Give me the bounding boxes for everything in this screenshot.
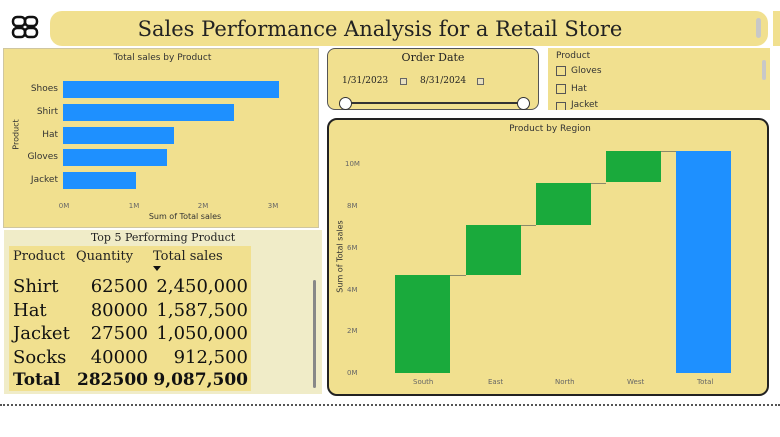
logo-icon xyxy=(11,15,39,39)
bar-chart-category-label: Jacket xyxy=(30,175,58,186)
table-header[interactable]: Total sales xyxy=(153,249,223,264)
waterfall-bar[interactable] xyxy=(536,183,591,225)
date-slider-track[interactable] xyxy=(345,102,525,104)
calendar-icon[interactable] xyxy=(477,78,484,85)
bar-chart-bar[interactable] xyxy=(63,103,234,121)
waterfall-bar[interactable] xyxy=(606,151,661,182)
region-chart-xtick: East xyxy=(488,378,504,386)
region-chart-xtick: Total xyxy=(697,378,714,386)
table-cell: Hat xyxy=(13,300,47,321)
table-cell: Jacket xyxy=(13,323,70,344)
waterfall-connector xyxy=(591,183,606,184)
region-chart-xtick: West xyxy=(627,378,645,386)
table-cell: 62500 xyxy=(90,276,148,297)
table-total-cell: Total xyxy=(13,370,61,390)
bar-chart-bar[interactable] xyxy=(63,172,136,190)
product-option-label: Hat xyxy=(571,84,587,94)
bar-chart-bar[interactable] xyxy=(63,126,174,144)
product-option-label: Jacket xyxy=(571,100,599,110)
region-chart-title: Product by Region xyxy=(509,124,591,134)
bar-chart-category-label: Hat xyxy=(42,129,58,140)
bar-chart-bar[interactable] xyxy=(63,81,279,98)
product-slicer-scrollbar[interactable] xyxy=(762,60,766,80)
logo xyxy=(6,11,44,44)
region-chart-xtick: South xyxy=(413,378,434,386)
table-cell: Socks xyxy=(13,347,67,368)
start-date-input[interactable]: 1/31/2023 xyxy=(342,76,388,86)
table-cell: 40000 xyxy=(90,347,148,368)
bar-chart-tick: 0M xyxy=(58,202,70,210)
calendar-icon[interactable] xyxy=(400,78,407,85)
sort-desc-icon[interactable] xyxy=(153,266,161,271)
table-header[interactable]: Quantity xyxy=(76,249,133,264)
bar-chart-category-label: Gloves xyxy=(27,152,58,163)
bar-chart-tick: 2M xyxy=(197,202,209,210)
bar-chart-category-label: Shoes xyxy=(30,84,58,94)
region-chart-tick: 4M xyxy=(347,286,358,294)
bar-chart-category-label: Shirt xyxy=(36,106,58,117)
table-cell: Shirt xyxy=(13,276,59,297)
table-cell: 80000 xyxy=(90,300,148,321)
top5-title: Top 5 Performing Product xyxy=(90,231,236,244)
product-checkbox[interactable] xyxy=(556,102,566,110)
bar-chart-xlabel: Sum of Total sales xyxy=(148,212,222,221)
table-cell: 912,500 xyxy=(173,347,248,368)
waterfall-bar[interactable] xyxy=(466,225,521,275)
table-total-cell: 282500 xyxy=(77,370,148,390)
date-slider-end-handle[interactable] xyxy=(517,97,530,110)
date-slider-start-handle[interactable] xyxy=(339,97,352,110)
bar-chart-tick: 3M xyxy=(267,202,279,210)
waterfall-total-bar[interactable] xyxy=(676,151,731,373)
waterfall-bar[interactable] xyxy=(395,275,450,373)
waterfall-connector xyxy=(450,275,466,276)
region-chart-tick: 0M xyxy=(347,369,358,377)
title-bar-edge xyxy=(773,11,780,46)
bar-chart-bar[interactable] xyxy=(63,149,167,167)
bar-chart-title: Total sales by Product xyxy=(113,53,212,63)
bar-chart-tick: 1M xyxy=(128,202,140,210)
region-chart-tick: 2M xyxy=(347,327,358,335)
table-cell: 1,050,000 xyxy=(156,323,248,344)
region-chart-xtick: North xyxy=(555,378,575,386)
product-checkbox[interactable] xyxy=(556,84,566,94)
table-total-cell: 9,087,500 xyxy=(153,370,248,390)
waterfall-connector xyxy=(661,151,676,152)
region-chart-tick: 8M xyxy=(347,202,358,210)
end-date-input[interactable]: 8/31/2024 xyxy=(420,76,466,86)
region-chart-tick: 10M xyxy=(345,160,360,168)
table-header[interactable]: Product xyxy=(13,249,65,264)
table-scrollbar[interactable] xyxy=(313,280,316,388)
title-scrollbar[interactable] xyxy=(756,18,761,38)
table-cell: 27500 xyxy=(90,323,148,344)
region-chart-ylabel: Sum of Total sales xyxy=(335,220,345,293)
product-checkbox[interactable] xyxy=(556,66,566,76)
table-cell: 1,587,500 xyxy=(156,300,248,321)
region-chart-tick: 6M xyxy=(347,244,358,252)
table-cell: 2,450,000 xyxy=(156,276,248,297)
page-divider xyxy=(0,404,780,406)
product-slicer: Product Gloves Hat Jacket xyxy=(548,48,770,110)
page-title: Sales Performance Analysis for a Retail … xyxy=(137,17,623,41)
product-slicer-title: Product xyxy=(556,51,591,61)
product-option-label: Gloves xyxy=(571,66,602,76)
waterfall-connector xyxy=(521,225,536,226)
order-date-title: Order Date xyxy=(401,51,465,64)
